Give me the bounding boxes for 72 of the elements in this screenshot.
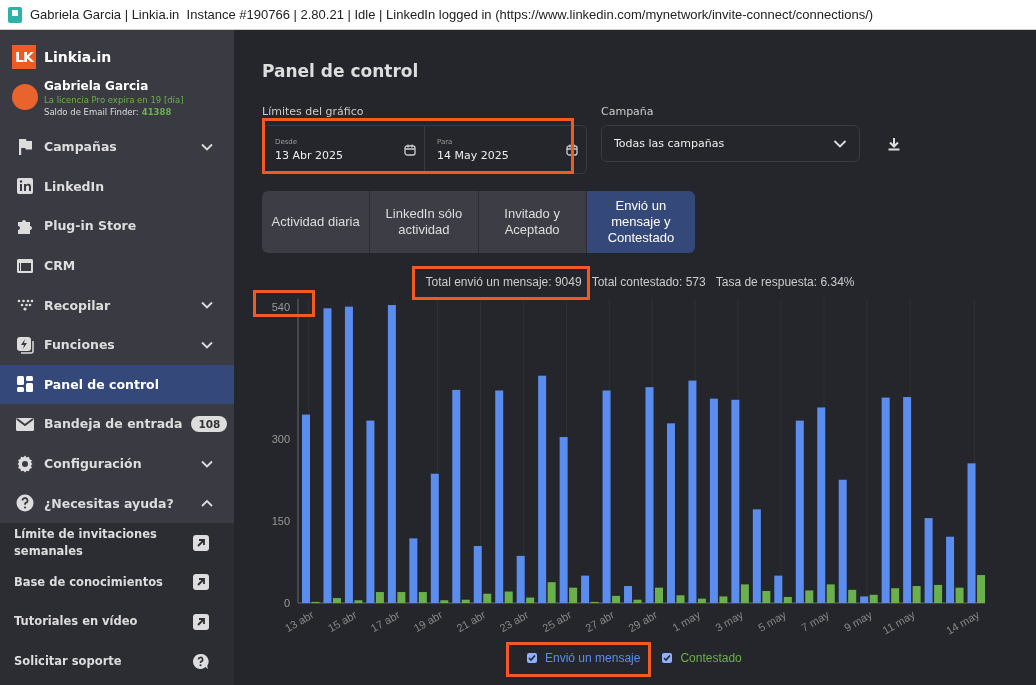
- x-tick-label: 25 abr: [540, 608, 574, 635]
- stat-text: Total contestado: 573: [591, 275, 706, 289]
- lightning-icon: [15, 334, 35, 355]
- avatar: [12, 84, 38, 110]
- legend-checkbox[interactable]: [662, 653, 673, 663]
- external-link-icon: [193, 574, 209, 591]
- x-tick-label: 9 may: [841, 608, 874, 634]
- dashboard-icon: [15, 374, 35, 395]
- highlight-frame: [253, 290, 315, 317]
- x-tick-label: 3 may: [713, 608, 746, 634]
- email-finder-label: Saldo de Email Finder:: [44, 107, 139, 117]
- sidebar-item[interactable]: ¿Necesitas ayuda?: [0, 483, 234, 523]
- email-finder-value: 41388: [141, 107, 172, 117]
- stat-text: Tasa de respuesta: 6.34%: [715, 275, 855, 289]
- x-tick-label: 7 may: [799, 608, 831, 634]
- bar: [869, 594, 878, 603]
- x-tick-label: 19 abr: [411, 608, 445, 635]
- sidebar-item[interactable]: Plug-in Store: [0, 206, 234, 246]
- x-tick-label: 21 abr: [454, 608, 488, 635]
- x-tick-label: 13 abr: [282, 608, 316, 635]
- x-tick-label: 5 may: [756, 608, 789, 634]
- count-badge: 108: [191, 415, 228, 432]
- y-tick-label: 150: [271, 514, 290, 527]
- sidebar-item[interactable]: CRM: [0, 245, 234, 286]
- license-text: La licencia Pro expira en 19 [día]: [44, 95, 184, 105]
- settings-icon: [15, 453, 35, 474]
- x-tick-label: 27 abr: [583, 608, 617, 635]
- help-link[interactable]: Tutoriales en vídeo: [0, 601, 234, 642]
- sidebar-item[interactable]: Bandeja de entrada 108: [0, 404, 234, 444]
- sidebar-item[interactable]: Panel de control: [0, 364, 234, 405]
- chevron-down-icon: [833, 138, 847, 149]
- y-tick-label: 300: [271, 432, 290, 445]
- x-tick-label: 29 abr: [626, 608, 660, 635]
- external-link-icon: [193, 534, 209, 551]
- sidebar-item[interactable]: Funciones: [0, 324, 234, 365]
- linkedin-icon: [15, 176, 35, 197]
- tab[interactable]: Invitado y Aceptado: [478, 191, 587, 253]
- x-tick-label: 1 may: [670, 608, 703, 634]
- brand-name: Linkia.in: [44, 49, 112, 65]
- tab[interactable]: LinkedIn sólo actividad: [370, 191, 479, 253]
- legend-checkbox[interactable]: [527, 653, 537, 663]
- sidebar-item[interactable]: LinkedIn: [0, 166, 234, 207]
- x-tick-label: 11 may: [880, 608, 917, 637]
- window-title: Gabriela Garcia | Linkia.in Instance #190766 | 2.80.21 | Idle | LinkedIn logged in (https://www.linkedin.com/mynetwork/invite-connect/connections/): [30, 7, 874, 22]
- sidebar-item[interactable]: Campañas: [0, 127, 234, 167]
- sidebar-item[interactable]: Recopilar: [0, 285, 234, 325]
- help-link[interactable]: Solicitar soporte: [0, 641, 234, 681]
- tab[interactable]: Actividad diaria: [262, 191, 371, 253]
- x-tick-label: 17 abr: [368, 608, 402, 635]
- x-tick-label: 15 abr: [325, 608, 359, 635]
- x-tick-label: 14 may: [944, 608, 982, 637]
- range-label: Límites del gráfico: [262, 105, 365, 118]
- stat-text: Total envió un mensaje: 9049: [425, 275, 582, 289]
- sidebar-item[interactable]: Configuración: [0, 443, 234, 484]
- help-bubble-icon: [192, 652, 209, 670]
- page-title: Panel de control: [262, 61, 420, 81]
- y-tick-label: 540: [271, 301, 290, 314]
- help-icon: [15, 493, 35, 514]
- external-link-icon: [193, 613, 209, 630]
- legend-label: Contestado: [680, 651, 742, 665]
- download-icon[interactable]: [888, 137, 900, 151]
- help-link[interactable]: Base de conocimientos: [0, 562, 234, 602]
- tab[interactable]: Envió un mensaje y Contestado: [586, 191, 695, 253]
- help-link[interactable]: Límite de invitaciones semanales: [0, 522, 234, 563]
- legend-label: Envió un mensaje: [545, 651, 641, 665]
- campaign-select[interactable]: Todas las campañas: [601, 125, 860, 162]
- logo: LK: [12, 45, 36, 69]
- user-name: Gabriela Garcia: [44, 79, 150, 93]
- app-icon: [8, 6, 22, 23]
- campaign-label: Campaña: [601, 105, 655, 118]
- x-tick-label: 23 abr: [497, 608, 531, 635]
- y-tick-label: 0: [283, 597, 290, 609]
